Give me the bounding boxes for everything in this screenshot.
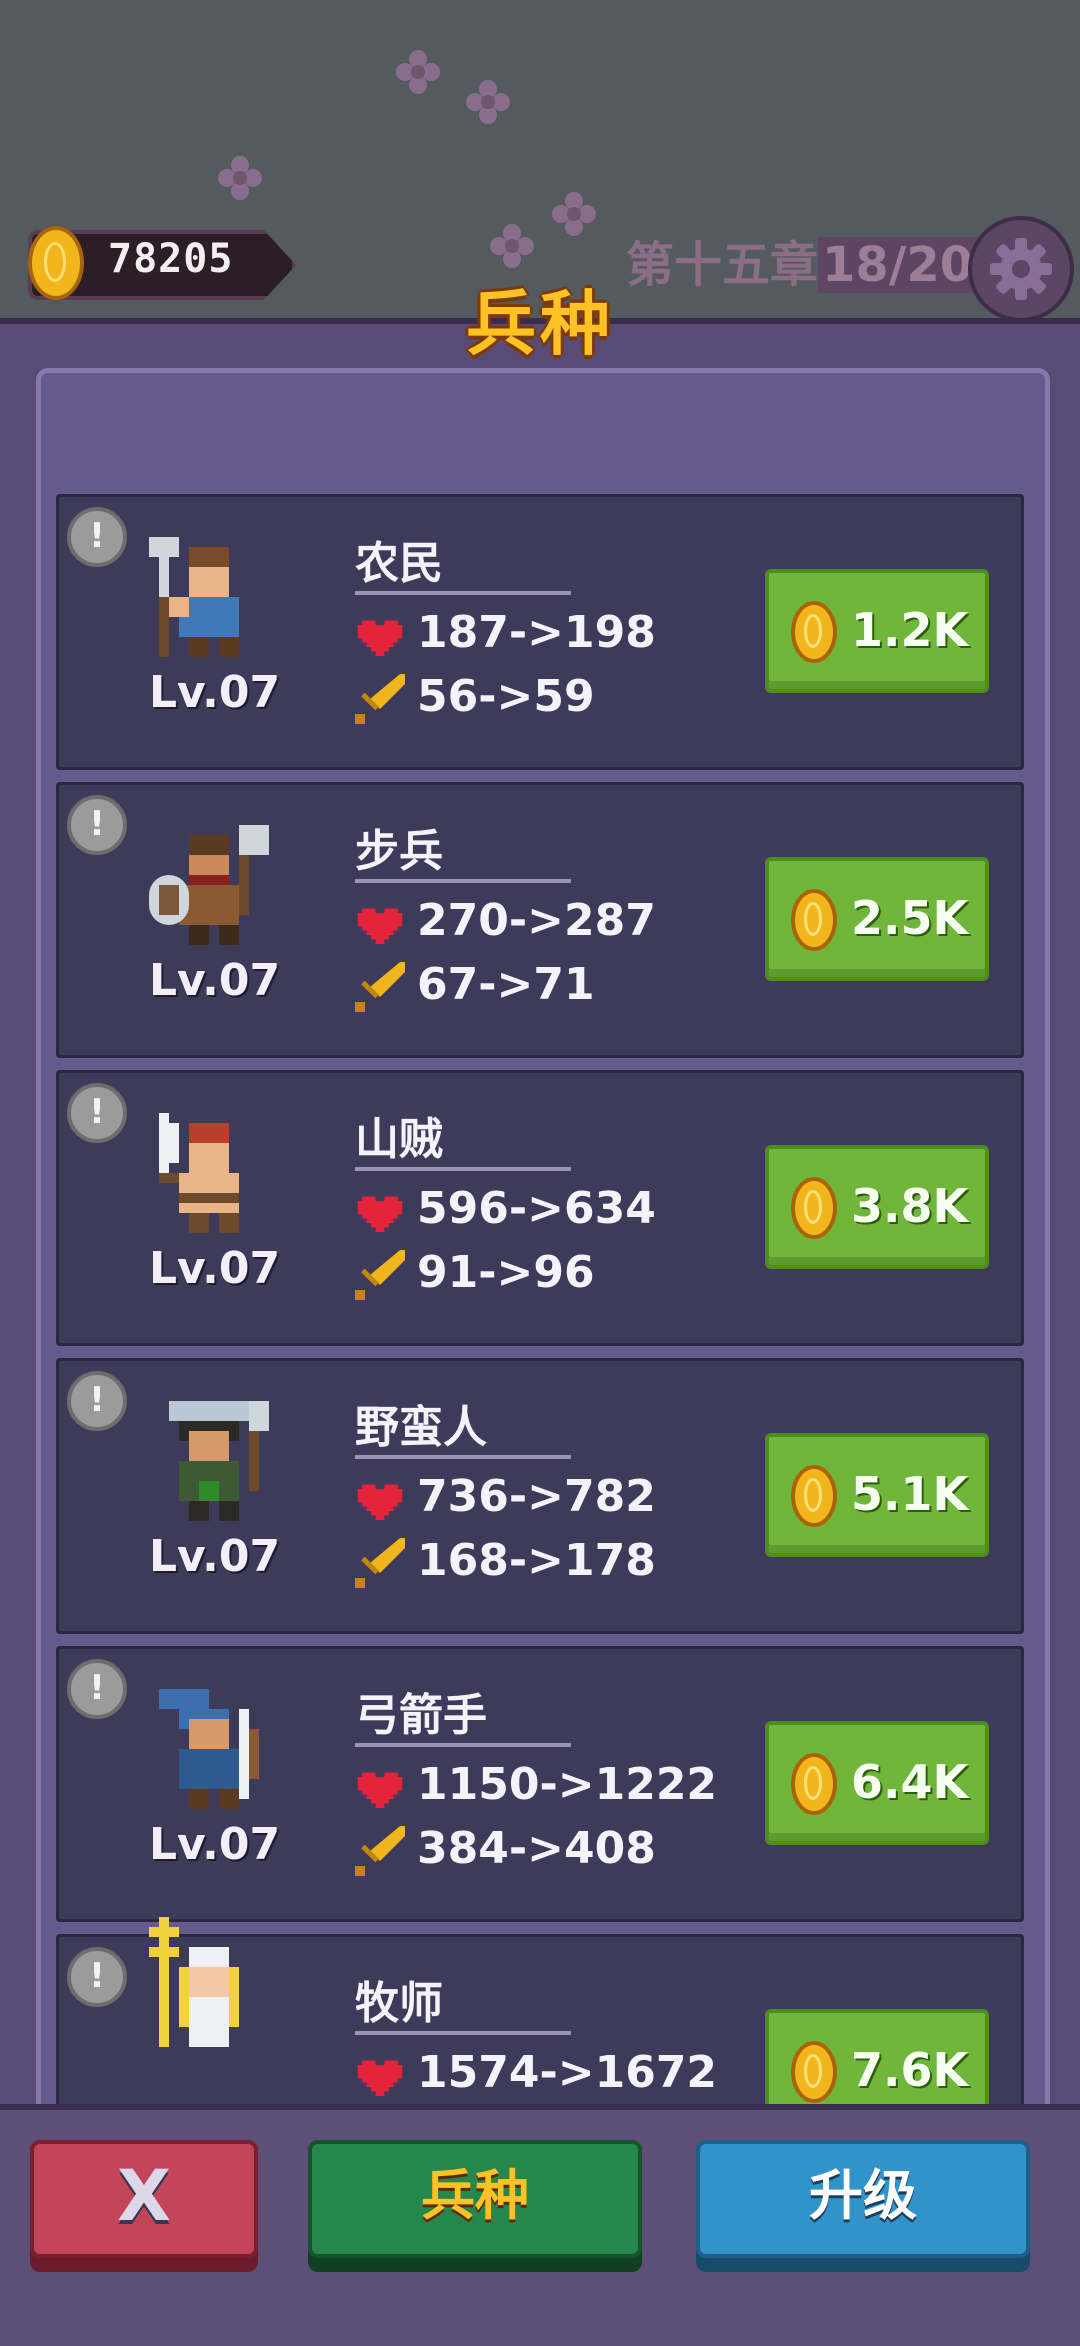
gold-coin-icon <box>791 601 837 663</box>
tab-upgrade[interactable]: 升级 <box>696 2140 1030 2258</box>
tab-units[interactable]: 兵种 <box>308 2140 642 2258</box>
attack-value: 67->71 <box>417 959 595 1010</box>
attack-value: 56->59 <box>417 671 595 722</box>
unit-card-peasant: ! Lv.07 农民 187->198 56->59 1.2K <box>56 494 1024 770</box>
heart-icon <box>355 1186 405 1232</box>
hp-value: 1150->1222 <box>417 1759 718 1810</box>
info-icon[interactable]: ! <box>67 795 127 855</box>
infantry-sprite <box>149 825 269 945</box>
upgrade-cost-button[interactable]: 7.6K <box>765 2009 989 2104</box>
priest-sprite <box>149 1917 239 2047</box>
attack-stat: 56->59 <box>355 671 595 724</box>
upgrade-cost-button[interactable]: 2.5K <box>765 857 989 981</box>
archer-sprite <box>159 1689 259 1809</box>
unit-card-archer: ! Lv.07 弓箭手 1150->1222 384->408 6.4K <box>56 1646 1024 1922</box>
info-icon[interactable]: ! <box>67 1083 127 1143</box>
unit-name: 弓箭手 <box>355 1690 487 1741</box>
unit-level: Lv.07 <box>149 1531 281 1582</box>
divider <box>355 1167 571 1171</box>
divider <box>355 879 571 883</box>
hp-stat: 270->287 <box>355 895 656 946</box>
hp-value: 187->198 <box>417 607 656 658</box>
unit-card-priest: ! 牧师 1574->1672 7.6K <box>56 1917 1024 2104</box>
hp-value: 1574->1672 <box>417 2047 718 2098</box>
gold-coin-icon <box>791 1177 837 1239</box>
divider <box>355 1743 571 1747</box>
hp-stat: 187->198 <box>355 607 656 658</box>
attack-value: 91->96 <box>417 1247 595 1298</box>
sword-icon <box>355 961 405 1012</box>
unit-card-infantry: ! Lv.07 步兵 270->287 67->71 2.5K <box>56 782 1024 1058</box>
bandit-sprite <box>159 1113 239 1233</box>
flower-decoration <box>396 50 440 94</box>
flower-decoration <box>466 80 510 124</box>
hp-stat: 736->782 <box>355 1471 656 1522</box>
attack-stat: 384->408 <box>355 1823 656 1876</box>
upgrade-cost: 7.6K <box>851 2043 969 2097</box>
heart-icon <box>355 898 405 944</box>
divider <box>355 591 571 595</box>
hp-stat: 1150->1222 <box>355 1759 717 1810</box>
flower-decoration <box>490 224 534 268</box>
heart-icon <box>355 1762 405 1808</box>
sword-icon <box>355 1249 405 1300</box>
heart-icon <box>355 1474 405 1520</box>
gold-coin-icon <box>791 889 837 951</box>
upgrade-cost: 1.2K <box>851 603 969 657</box>
attack-stat: 168->178 <box>355 1535 656 1588</box>
upgrade-cost-button[interactable]: 1.2K <box>765 569 989 693</box>
upgrade-cost-button[interactable]: 3.8K <box>765 1145 989 1269</box>
peasant-sprite <box>149 537 239 657</box>
unit-list[interactable]: ! Lv.07 农民 187->198 56->59 1.2K ! Lv.07 … <box>56 494 1024 2104</box>
gold-coin-icon <box>791 1465 837 1527</box>
heart-icon <box>355 610 405 656</box>
attack-stat: 67->71 <box>355 959 595 1012</box>
hp-value: 736->782 <box>417 1471 656 1522</box>
unit-card-bandit: ! Lv.07 山贼 596->634 91->96 3.8K <box>56 1070 1024 1346</box>
flower-decoration <box>218 156 262 200</box>
unit-card-barbarian: ! Lv.07 野蛮人 736->782 168->178 5.1K <box>56 1358 1024 1634</box>
gold-coin-icon <box>791 1753 837 1815</box>
sword-icon <box>355 1825 405 1876</box>
sword-icon <box>355 1537 405 1588</box>
hp-value: 270->287 <box>417 895 656 946</box>
unit-level: Lv.07 <box>149 667 281 718</box>
unit-name: 山贼 <box>355 1114 443 1165</box>
gold-coin-icon <box>791 2041 837 2103</box>
flower-decoration <box>552 192 596 236</box>
unit-level: Lv.07 <box>149 1243 281 1294</box>
bottom-bar: X 兵种 升级 <box>0 2104 1080 2346</box>
panel-title: 兵种 <box>466 283 614 365</box>
unit-name: 农民 <box>355 538 443 589</box>
close-button[interactable]: X <box>30 2140 258 2258</box>
hp-value: 596->634 <box>417 1183 656 1234</box>
hp-stat: 1574->1672 <box>355 2047 717 2098</box>
upgrade-cost: 2.5K <box>851 891 969 945</box>
barbarian-sprite <box>169 1401 269 1521</box>
upgrade-cost: 5.1K <box>851 1467 969 1521</box>
divider <box>355 1455 571 1459</box>
attack-stat: 91->96 <box>355 1247 595 1300</box>
info-icon[interactable]: ! <box>67 1659 127 1719</box>
sword-icon <box>355 673 405 724</box>
info-icon[interactable]: ! <box>67 1371 127 1431</box>
attack-value: 168->178 <box>417 1535 656 1586</box>
info-icon[interactable]: ! <box>67 1947 127 2007</box>
unit-name: 步兵 <box>355 826 443 877</box>
upgrade-cost: 6.4K <box>851 1755 969 1809</box>
attack-value: 384->408 <box>417 1823 656 1874</box>
unit-name: 野蛮人 <box>355 1402 487 1453</box>
upgrade-cost: 3.8K <box>851 1179 969 1233</box>
info-icon[interactable]: ! <box>67 507 127 567</box>
upgrade-cost-button[interactable]: 5.1K <box>765 1433 989 1557</box>
unit-level: Lv.07 <box>149 955 281 1006</box>
hp-stat: 596->634 <box>355 1183 656 1234</box>
upgrade-cost-button[interactable]: 6.4K <box>765 1721 989 1845</box>
unit-level: Lv.07 <box>149 1819 281 1870</box>
unit-name: 牧师 <box>355 1978 443 2029</box>
heart-icon <box>355 2050 405 2096</box>
divider <box>355 2031 571 2035</box>
